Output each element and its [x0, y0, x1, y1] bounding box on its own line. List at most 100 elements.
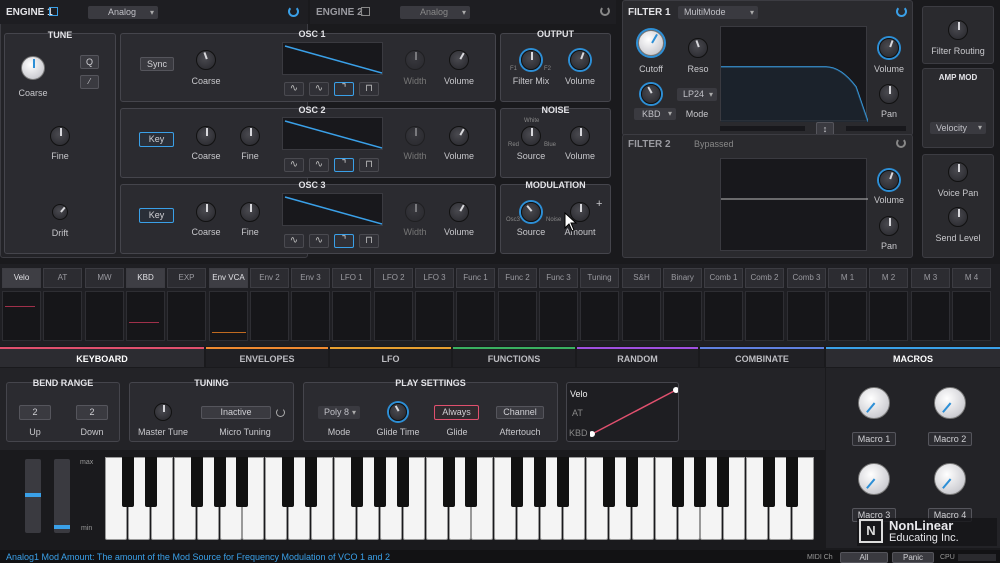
- black-key[interactable]: [603, 457, 615, 507]
- osc2-coarse-knob[interactable]: [196, 126, 216, 146]
- mod-source-slot[interactable]: [498, 291, 537, 341]
- amp-mod-dropdown[interactable]: Velocity: [930, 122, 986, 134]
- osc1-tri-button[interactable]: ∿: [309, 82, 329, 96]
- add-icon[interactable]: +: [596, 198, 602, 210]
- osc3-volume-knob[interactable]: [449, 202, 469, 222]
- cutoff-knob[interactable]: [638, 30, 664, 56]
- kbd-knob[interactable]: [641, 84, 661, 104]
- mod-source-slot[interactable]: [126, 291, 165, 341]
- black-key[interactable]: [122, 457, 134, 507]
- black-key[interactable]: [443, 457, 455, 507]
- micro-tuning-field[interactable]: Inactive: [201, 406, 271, 419]
- black-key[interactable]: [672, 457, 684, 507]
- fine-knob[interactable]: [50, 126, 70, 146]
- osc2-tri-button[interactable]: ∿: [309, 158, 329, 172]
- black-key[interactable]: [786, 457, 798, 507]
- osc3-fine-knob[interactable]: [240, 202, 260, 222]
- mod-source-tuning[interactable]: Tuning: [580, 268, 619, 288]
- tab-lfo[interactable]: LFO: [330, 347, 451, 367]
- engine2-copy-icon[interactable]: [361, 7, 370, 16]
- reso-knob[interactable]: [688, 38, 708, 58]
- mod-source-mw[interactable]: MW: [85, 268, 124, 288]
- osc2-square-button[interactable]: ⊓: [359, 158, 379, 172]
- mod-source-knob[interactable]: [521, 202, 541, 222]
- engine2-power-icon[interactable]: [600, 6, 610, 16]
- black-key[interactable]: [694, 457, 706, 507]
- filter1-type-dropdown[interactable]: MultiMode: [678, 6, 758, 19]
- link-button[interactable]: ⁄: [80, 75, 99, 89]
- macro1-knob[interactable]: [858, 387, 890, 419]
- velocity-curve-graph[interactable]: [590, 386, 678, 438]
- mod-source-slot[interactable]: [209, 291, 248, 341]
- osc2-width-knob[interactable]: [405, 126, 425, 146]
- osc3-tri-button[interactable]: ∿: [309, 234, 329, 248]
- tab-macros[interactable]: MACROS: [826, 347, 1000, 367]
- mod-source-slot[interactable]: [250, 291, 289, 341]
- osc3-coarse-knob[interactable]: [196, 202, 216, 222]
- filter-mode-dropdown[interactable]: LP24: [677, 88, 717, 101]
- mod-source-slot[interactable]: [2, 291, 41, 341]
- noise-source-knob[interactable]: [521, 126, 541, 146]
- velo-curve-velo[interactable]: Velo: [570, 389, 588, 399]
- mod-source-slot[interactable]: [456, 291, 495, 341]
- mod-source-binary[interactable]: Binary: [663, 268, 702, 288]
- micro-tuning-power-icon[interactable]: [276, 408, 285, 417]
- sync-button[interactable]: Sync: [140, 57, 174, 71]
- mod-source-slot[interactable]: [952, 291, 991, 341]
- macro1-label[interactable]: Macro 1: [852, 432, 896, 446]
- glide-field[interactable]: Always: [434, 405, 479, 420]
- mod-source-slot[interactable]: [911, 291, 950, 341]
- mod-source-func-2[interactable]: Func 2: [498, 268, 537, 288]
- mod-source-slot[interactable]: [869, 291, 908, 341]
- mod-source-slot[interactable]: [787, 291, 826, 341]
- mod-source-slot[interactable]: [85, 291, 124, 341]
- osc2-sine-button[interactable]: ∿: [284, 158, 304, 172]
- black-key[interactable]: [236, 457, 248, 507]
- osc2-saw-button[interactable]: ⌝: [334, 158, 354, 172]
- osc3-square-button[interactable]: ⊓: [359, 234, 379, 248]
- mod-source-slot[interactable]: [704, 291, 743, 341]
- copy-icon[interactable]: [49, 7, 58, 16]
- black-key[interactable]: [145, 457, 157, 507]
- mod-source-slot[interactable]: [622, 291, 661, 341]
- filter2-power-icon[interactable]: [896, 138, 906, 148]
- velo-curve-kbd[interactable]: KBD: [569, 428, 588, 438]
- tab-functions[interactable]: FUNCTIONS: [453, 347, 575, 367]
- pitch-wheel[interactable]: [25, 459, 41, 533]
- engine1-type-dropdown[interactable]: Analog: [88, 6, 158, 19]
- filter1-power-icon[interactable]: [896, 6, 907, 17]
- black-key[interactable]: [626, 457, 638, 507]
- osc3-saw-button[interactable]: ⌝: [334, 234, 354, 248]
- mod-source-lfo-1[interactable]: LFO 1: [332, 268, 371, 288]
- macro2-knob[interactable]: [934, 387, 966, 419]
- filter-mix-knob[interactable]: [521, 50, 541, 70]
- coarse-knob[interactable]: [21, 56, 45, 80]
- macro4-knob[interactable]: [934, 463, 966, 495]
- tab-envelopes[interactable]: ENVELOPES: [206, 347, 328, 367]
- mod-source-slot[interactable]: [43, 291, 82, 341]
- osc1-saw-button[interactable]: ⌝: [334, 82, 354, 96]
- mod-source-comb-2[interactable]: Comb 2: [745, 268, 784, 288]
- black-key[interactable]: [397, 457, 409, 507]
- black-key[interactable]: [511, 457, 523, 507]
- mod-source-slot[interactable]: [415, 291, 454, 341]
- mod-source-slot[interactable]: [745, 291, 784, 341]
- macro3-knob[interactable]: [858, 463, 890, 495]
- mod-source-slot[interactable]: [374, 291, 413, 341]
- bend-down-field[interactable]: 2: [76, 405, 108, 420]
- mod-source-func-3[interactable]: Func 3: [539, 268, 578, 288]
- mod-source-slot[interactable]: [167, 291, 206, 341]
- engine2-type-dropdown[interactable]: Analog: [400, 6, 470, 19]
- mod-source-comb-3[interactable]: Comb 3: [787, 268, 826, 288]
- mod-source-s-h[interactable]: S&H: [622, 268, 661, 288]
- mod-source-env-2[interactable]: Env 2: [250, 268, 289, 288]
- filter1-volume-knob[interactable]: [879, 38, 899, 58]
- drift-knob[interactable]: [52, 204, 68, 220]
- mod-source-comb-1[interactable]: Comb 1: [704, 268, 743, 288]
- filter1-pan-knob[interactable]: [879, 84, 899, 104]
- mod-source-m-1[interactable]: M 1: [828, 268, 867, 288]
- bend-up-field[interactable]: 2: [19, 405, 51, 420]
- tab-combinate[interactable]: COMBINATE: [700, 347, 824, 367]
- black-key[interactable]: [763, 457, 775, 507]
- voice-pan-knob[interactable]: [948, 162, 968, 182]
